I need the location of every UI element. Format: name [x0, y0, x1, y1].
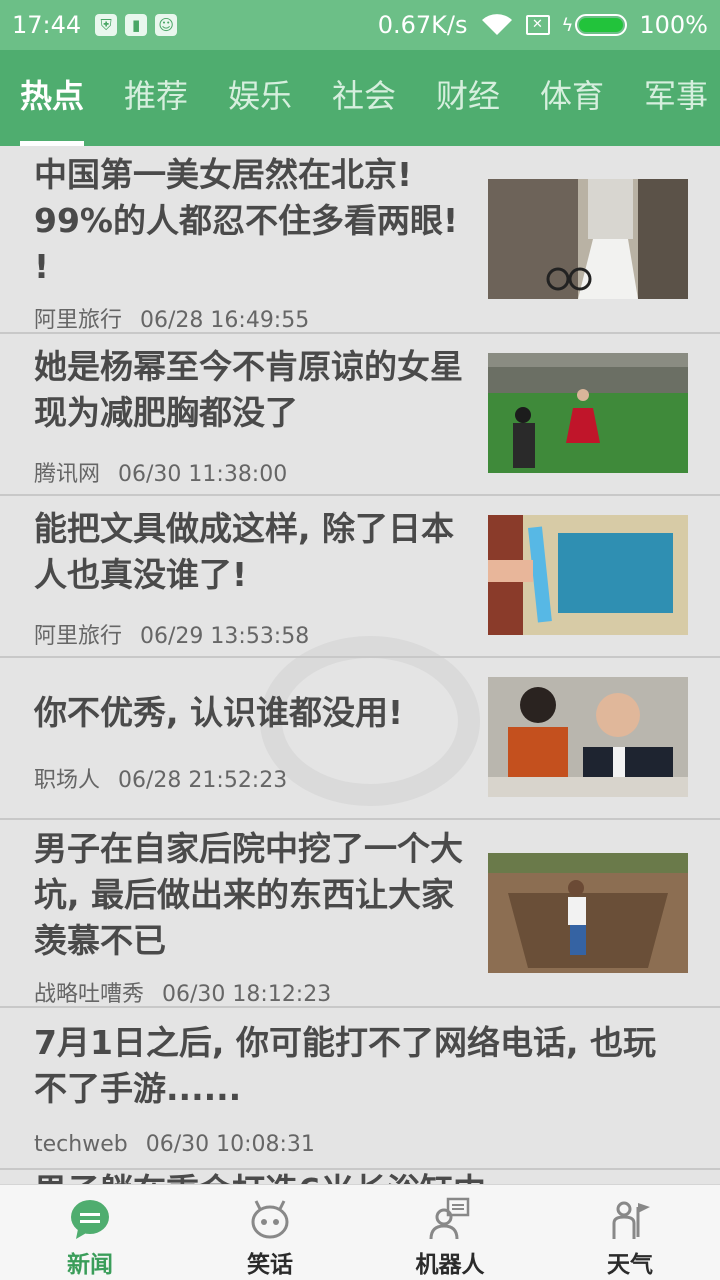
news-time: 06/30 11:38:00 [118, 462, 288, 487]
news-title: 能把文具做成这样, 除了日本人也真没谁了! [34, 509, 455, 594]
pentel-pen-photo [488, 515, 688, 635]
news-source: 腾讯网 [34, 462, 101, 487]
battery-app-icon: ▮ [125, 14, 148, 36]
tab-hot[interactable]: 热点 [0, 50, 104, 146]
news-title: 男子在自家后院中挖了一个大坑, 最后做出来的东西让大家羡慕不已 [34, 829, 463, 960]
battery-indicator: ϟ [562, 14, 628, 36]
digging-pit-photo [488, 853, 688, 973]
bottom-navigation: 新闻 笑话 机器人 天气 [0, 1184, 720, 1280]
news-item[interactable]: 7月1日之后, 你可能打不了网络电话, 也玩不了手游...... techweb… [0, 1008, 720, 1170]
news-title: 男子躺在重金打造6米长浴缸中 [34, 1170, 720, 1184]
news-time: 06/28 21:52:23 [118, 768, 288, 793]
news-time: 06/28 16:49:55 [140, 308, 310, 333]
news-item[interactable]: 男子在自家后院中挖了一个大坑, 最后做出来的东西让大家羡慕不已 战略吐嘈秀 06/… [0, 820, 720, 1008]
status-bar: 17:44 ⛨ ▮ ☺ 0.67K/s ✕ ϟ 100% [0, 0, 720, 50]
news-source: 阿里旅行 [34, 308, 123, 333]
android-app-icon: ☺ [155, 14, 178, 36]
tab-military[interactable]: 军事 [624, 50, 720, 146]
news-meta: 阿里旅行 06/29 13:53:58 [34, 618, 309, 650]
sim-icon: ✕ [525, 15, 550, 35]
clock: 17:44 [12, 11, 82, 39]
tab-entertainment[interactable]: 娱乐 [208, 50, 312, 146]
news-list[interactable]: 中国第一美女居然在北京! 99%的人都忍不住多看两眼! ! 阿里旅行 06/28 … [0, 146, 720, 1184]
news-title: 你不优秀, 认识谁都没用! [34, 693, 404, 732]
nav-label: 笑话 [247, 1252, 293, 1278]
robot-face-icon [251, 1200, 289, 1239]
robot-person-icon [429, 1197, 470, 1240]
news-item[interactable]: 中国第一美女居然在北京! 99%的人都忍不住多看两眼! ! 阿里旅行 06/28 … [0, 146, 720, 334]
nav-label: 机器人 [415, 1252, 485, 1278]
news-meta: 腾讯网 06/30 11:38:00 [34, 456, 287, 488]
battery-level: 100% [639, 11, 708, 39]
tab-sports[interactable]: 体育 [520, 50, 624, 146]
news-title: 7月1日之后, 你可能打不了网络电话, 也玩不了手游...... [34, 1023, 656, 1108]
tab-recommend[interactable]: 推荐 [104, 50, 208, 146]
news-source: 职场人 [34, 768, 101, 793]
news-meta: 阿里旅行 06/28 16:49:55 [34, 302, 309, 334]
nav-robot[interactable]: 机器人 [360, 1185, 540, 1280]
nav-jokes[interactable]: 笑话 [180, 1185, 360, 1280]
tab-society[interactable]: 社会 [312, 50, 416, 146]
news-source: 阿里旅行 [34, 624, 123, 649]
chat-bubble-icon [71, 1200, 109, 1239]
alley-snow-photo [488, 179, 688, 299]
news-item[interactable]: 你不优秀, 认识谁都没用! 职场人 06/28 21:52:23 [0, 658, 720, 820]
wifi-icon [481, 14, 512, 35]
news-meta: 战略吐嘈秀 06/30 18:12:23 [34, 976, 331, 1008]
news-meta: 职场人 06/28 21:52:23 [34, 762, 287, 794]
weather-person-icon [612, 1201, 650, 1239]
news-source: techweb [34, 1132, 128, 1157]
tab-finance[interactable]: 财经 [416, 50, 520, 146]
shield-icon: ⛨ [95, 14, 118, 36]
charging-icon: ϟ [561, 14, 574, 36]
news-time: 06/29 13:53:58 [140, 624, 310, 649]
news-source: 战略吐嘈秀 [34, 982, 145, 1007]
nav-news[interactable]: 新闻 [0, 1185, 180, 1280]
news-title: 中国第一美女居然在北京! 99%的人都忍不住多看两眼! ! [34, 155, 459, 286]
news-item[interactable]: 她是杨幂至今不肯原谅的女星 现为减肥胸都没了 腾讯网 06/30 11:38:00 [0, 334, 720, 496]
nav-label: 天气 [607, 1252, 653, 1278]
news-meta: techweb 06/30 10:08:31 [34, 1132, 315, 1157]
nav-label: 新闻 [67, 1252, 113, 1278]
network-speed: 0.67K/s [377, 11, 468, 39]
nav-weather[interactable]: 天气 [540, 1185, 720, 1280]
news-item-partial[interactable]: 男子躺在重金打造6米长浴缸中 [0, 1170, 720, 1184]
category-tabs: 热点 推荐 娱乐 社会 财经 体育 军事 [0, 50, 720, 146]
businessman-photo [488, 677, 688, 797]
news-time: 06/30 18:12:23 [162, 982, 332, 1007]
news-title: 她是杨幂至今不肯原谅的女星 现为减肥胸都没了 [34, 347, 463, 432]
news-time: 06/30 10:08:31 [145, 1132, 315, 1157]
news-item[interactable]: 能把文具做成这样, 除了日本人也真没谁了! 阿里旅行 06/29 13:53:58 [0, 496, 720, 658]
red-dress-lawn-photo [488, 353, 688, 473]
